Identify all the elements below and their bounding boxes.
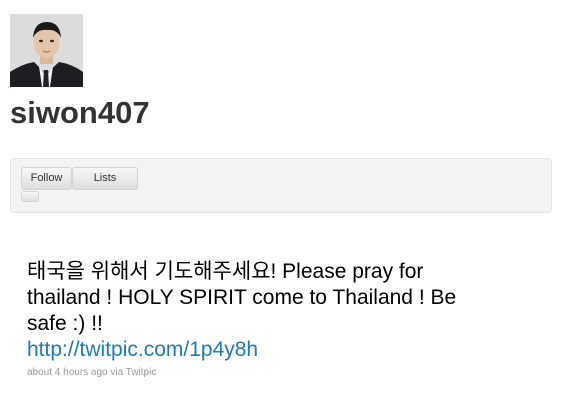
avatar[interactable]: [10, 14, 83, 87]
profile-photo: [10, 14, 83, 87]
profile-username: siwon407: [10, 95, 150, 130]
more-actions-button[interactable]: [21, 191, 39, 202]
tweet-link[interactable]: http://twitpic.com/1p4y8h: [27, 338, 258, 361]
tweet-text: 태국을 위해서 기도해주세요! Please pray for thailand…: [27, 260, 457, 335]
follow-button[interactable]: Follow: [21, 167, 72, 190]
lists-button[interactable]: Lists: [72, 167, 138, 190]
tweet-meta: about 4 hours ago via Twitpic: [27, 367, 157, 378]
profile-actions-bar: Follow Lists: [10, 158, 552, 213]
tweet-body: 태국을 위해서 기도해주세요! Please pray for thailand…: [27, 259, 467, 363]
